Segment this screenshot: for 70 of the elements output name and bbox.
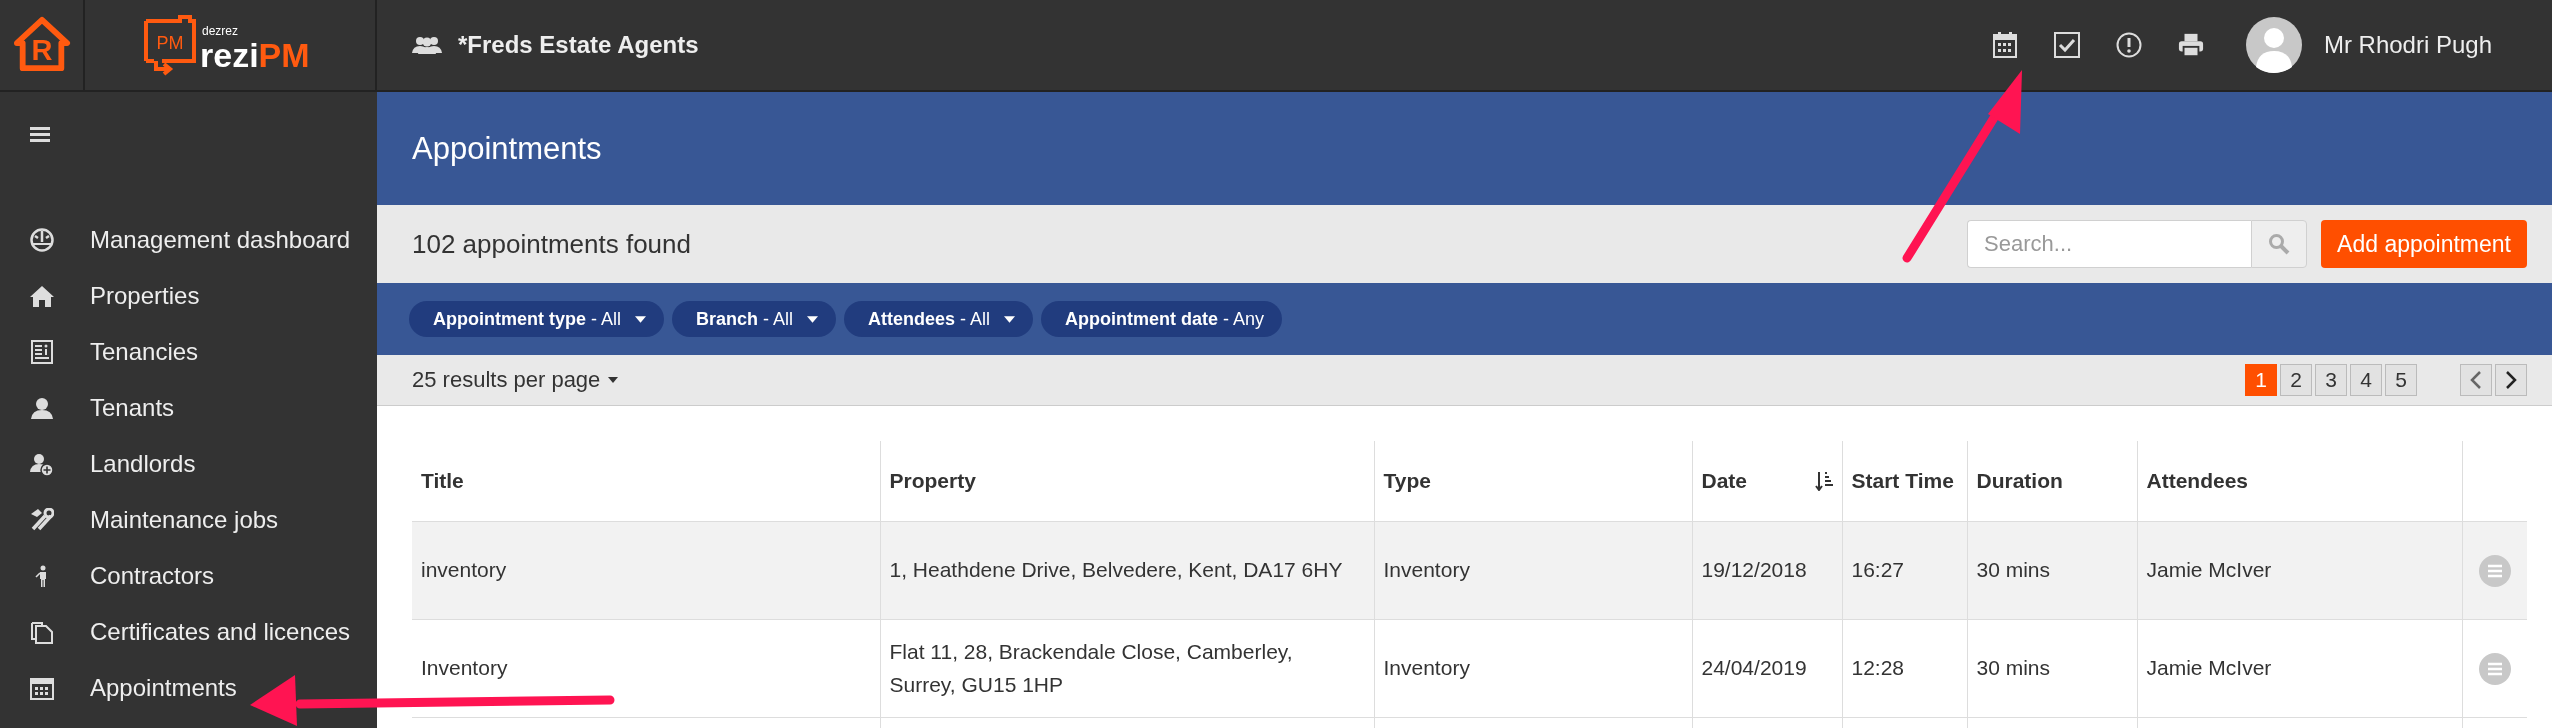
copy-icon [30, 620, 54, 644]
checkbox-icon[interactable] [2053, 32, 2080, 58]
page-title: Appointments [412, 130, 602, 167]
filter-pill[interactable]: Attendees - All [844, 301, 1034, 337]
sidebar-item[interactable]: Maintenance jobs [90, 506, 279, 534]
next-page-button[interactable] [2495, 364, 2527, 396]
user-name[interactable]: Mr Rhodri Pugh [2323, 31, 2492, 59]
page-button[interactable]: 5 [2385, 364, 2417, 396]
chevron-right-icon [2505, 370, 2517, 390]
table-cell: Flat 11, 28, Brackendale Close, Camberley, Surrey, GU15 1HP [889, 639, 1293, 696]
table-cell: 1, Heathdene Drive, Belvedere, Kent, DA17 6HY [889, 558, 1343, 582]
house-logo: R [12, 16, 71, 74]
column-header[interactable]: Date [1701, 465, 1748, 497]
gauge-icon [30, 228, 54, 252]
column-header[interactable]: Start Time [1851, 465, 1954, 497]
table-cell: Inventory [1383, 656, 1470, 680]
results-count: 102 appointments found [412, 228, 692, 260]
table-cell: 16:27 [1851, 558, 1905, 582]
caret-icon [1004, 315, 1016, 323]
page-button[interactable]: 2 [2280, 364, 2312, 396]
calendar-icon[interactable] [1991, 32, 2018, 58]
per-page-dropdown[interactable]: 25 results per page [412, 367, 2245, 393]
table-cell: inventory [421, 558, 507, 582]
page-button[interactable]: 3 [2315, 364, 2347, 396]
menu-icon[interactable] [30, 126, 50, 142]
sidebar-item[interactable]: Properties [90, 282, 200, 310]
avatar[interactable] [2245, 17, 2302, 73]
brand-logo: PM dezrez reziPM [140, 13, 320, 77]
person-icon [30, 396, 54, 420]
table-cell: Jamie McIver [2146, 656, 2272, 680]
person-add-icon [30, 452, 54, 476]
sidebar-item[interactable]: Contractors [90, 562, 215, 590]
organisation-name: *Freds Estate Agents [458, 31, 699, 59]
filter-pill[interactable]: Appointment type - All [409, 301, 664, 337]
previous-page-button[interactable] [2460, 364, 2492, 396]
column-header[interactable]: Property [889, 465, 976, 497]
search-field[interactable]: Search... [1967, 220, 2252, 268]
sidebar-item[interactable]: Management dashboard [90, 226, 351, 254]
sidebar-item[interactable]: Certificates and licences [90, 618, 351, 646]
table-cell: 30 mins [1976, 558, 2051, 582]
filter-pill[interactable]: Branch - All [672, 301, 837, 337]
house-icon [30, 284, 54, 308]
document-icon [30, 340, 54, 364]
table-cell: Inventory [421, 656, 508, 680]
sidebar-item[interactable]: Tenants [90, 394, 175, 422]
tools-icon [30, 508, 54, 532]
table-cell: 12:28 [1851, 656, 1905, 680]
group-icon [412, 35, 442, 55]
sidebar-item[interactable]: Appointments [90, 674, 237, 702]
table-cell: 24/04/2019 [1701, 656, 1807, 680]
sort-icon[interactable] [1814, 471, 1833, 491]
alert-icon[interactable] [2115, 32, 2142, 58]
sidebar-item[interactable]: Tenancies [90, 338, 199, 366]
table-cell: 30 mins [1976, 656, 2051, 680]
caret-icon [635, 315, 646, 323]
printer-icon[interactable] [2177, 32, 2204, 58]
chevron-left-icon [2470, 370, 2482, 390]
column-header[interactable]: Attendees [2146, 465, 2249, 497]
column-header[interactable]: Type [1383, 465, 1431, 497]
column-header[interactable]: Title [421, 465, 464, 497]
caret-icon [807, 315, 819, 323]
table-cell: Jamie McIver [2146, 558, 2272, 582]
table-cell: Inventory [1383, 558, 1470, 582]
caret-icon [608, 377, 619, 383]
page-button[interactable]: 4 [2350, 364, 2382, 396]
sidebar-item[interactable]: Landlords [90, 450, 196, 478]
table-cell: 19/12/2018 [1701, 558, 1807, 582]
filter-pill[interactable]: Appointment date - Any [1041, 301, 1283, 337]
calendar-icon [30, 676, 54, 700]
column-header[interactable]: Duration [1976, 465, 2063, 497]
